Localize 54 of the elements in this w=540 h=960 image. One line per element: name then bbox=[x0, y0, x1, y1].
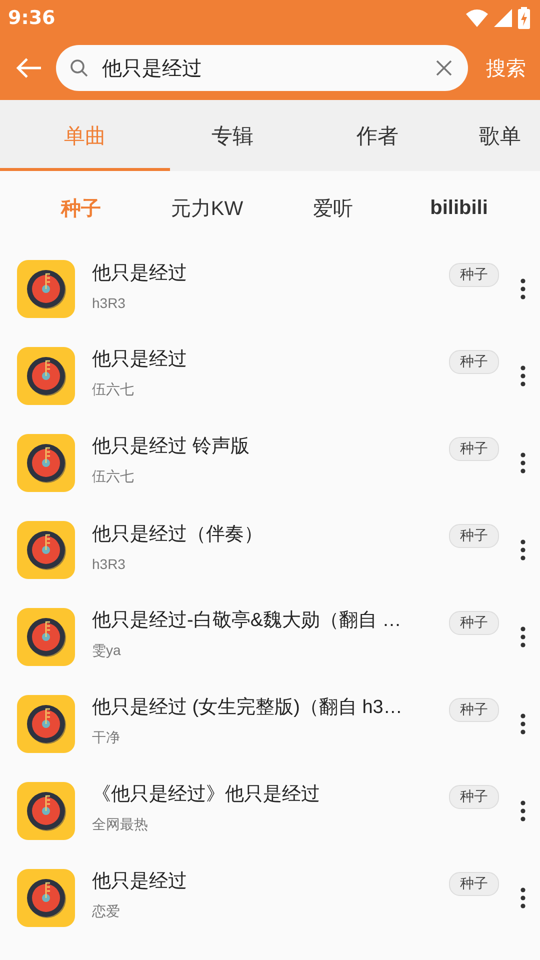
tab[interactable]: 歌单 bbox=[460, 100, 540, 171]
tab[interactable]: 专辑 bbox=[170, 100, 295, 171]
source-tag: 种子 bbox=[449, 785, 499, 809]
tab[interactable]: 作者 bbox=[295, 100, 460, 171]
more-options-icon[interactable] bbox=[520, 800, 526, 822]
vinyl-record-icon bbox=[17, 434, 75, 492]
artist-name: 雯ya bbox=[92, 642, 122, 660]
source-tab[interactable]: 爱听 bbox=[270, 194, 396, 222]
more-options-icon[interactable] bbox=[520, 538, 526, 560]
signal-icon bbox=[494, 9, 512, 27]
source-tag: 种子 bbox=[449, 698, 499, 722]
clock-time: 9:36 bbox=[8, 7, 56, 29]
more-options-icon[interactable] bbox=[520, 712, 526, 734]
source-tab[interactable]: bilibili bbox=[396, 196, 522, 220]
song-title: 他只是经过 bbox=[92, 870, 188, 894]
source-tag: 种子 bbox=[449, 872, 499, 896]
vinyl-record-icon bbox=[17, 868, 75, 926]
search-icon bbox=[70, 59, 88, 77]
song-title: 他只是经过 (女生完整版)（翻自 h3… bbox=[92, 696, 404, 720]
artist-name: 全网最热 bbox=[92, 816, 149, 834]
more-options-icon[interactable] bbox=[520, 364, 526, 386]
source-tag: 种子 bbox=[449, 437, 499, 461]
vinyl-record-icon bbox=[17, 694, 75, 752]
artist-name: 伍六七 bbox=[92, 381, 135, 399]
song-title: 他只是经过 bbox=[92, 262, 188, 286]
artist-name: 恋爱 bbox=[92, 903, 121, 921]
back-arrow-icon[interactable] bbox=[16, 57, 42, 79]
song-title: 《他只是经过》他只是经过 bbox=[92, 783, 321, 807]
vinyl-record-icon bbox=[17, 346, 75, 404]
source-tag: 种子 bbox=[449, 350, 499, 374]
clear-icon[interactable] bbox=[436, 60, 452, 76]
more-options-icon[interactable] bbox=[520, 278, 526, 300]
artist-name: 伍六七 bbox=[92, 468, 135, 486]
more-options-icon[interactable] bbox=[520, 886, 526, 908]
battery-icon bbox=[518, 7, 530, 29]
search-field[interactable]: 他只是经过 bbox=[56, 45, 468, 91]
source-tab[interactable]: 元力KW bbox=[144, 194, 270, 222]
vinyl-record-icon bbox=[17, 260, 75, 318]
vinyl-record-icon bbox=[17, 520, 75, 578]
artist-name: 干净 bbox=[92, 729, 121, 747]
more-options-icon[interactable] bbox=[520, 452, 526, 474]
artist-name: h3R3 bbox=[92, 295, 126, 311]
vinyl-record-icon bbox=[17, 782, 75, 840]
vinyl-record-icon bbox=[17, 608, 75, 666]
song-title: 他只是经过（伴奏） bbox=[92, 523, 264, 547]
source-tag: 种子 bbox=[449, 263, 499, 287]
artist-name: h3R3 bbox=[92, 556, 126, 572]
source-tag: 种子 bbox=[449, 611, 499, 635]
source-tag: 种子 bbox=[449, 524, 499, 548]
song-title: 他只是经过-白敬亭&魏大勋（翻自 … bbox=[92, 609, 402, 633]
wifi-icon bbox=[466, 9, 488, 27]
more-options-icon[interactable] bbox=[520, 626, 526, 648]
song-title: 他只是经过 铃声版 bbox=[92, 435, 250, 459]
song-title: 他只是经过 bbox=[92, 348, 188, 372]
